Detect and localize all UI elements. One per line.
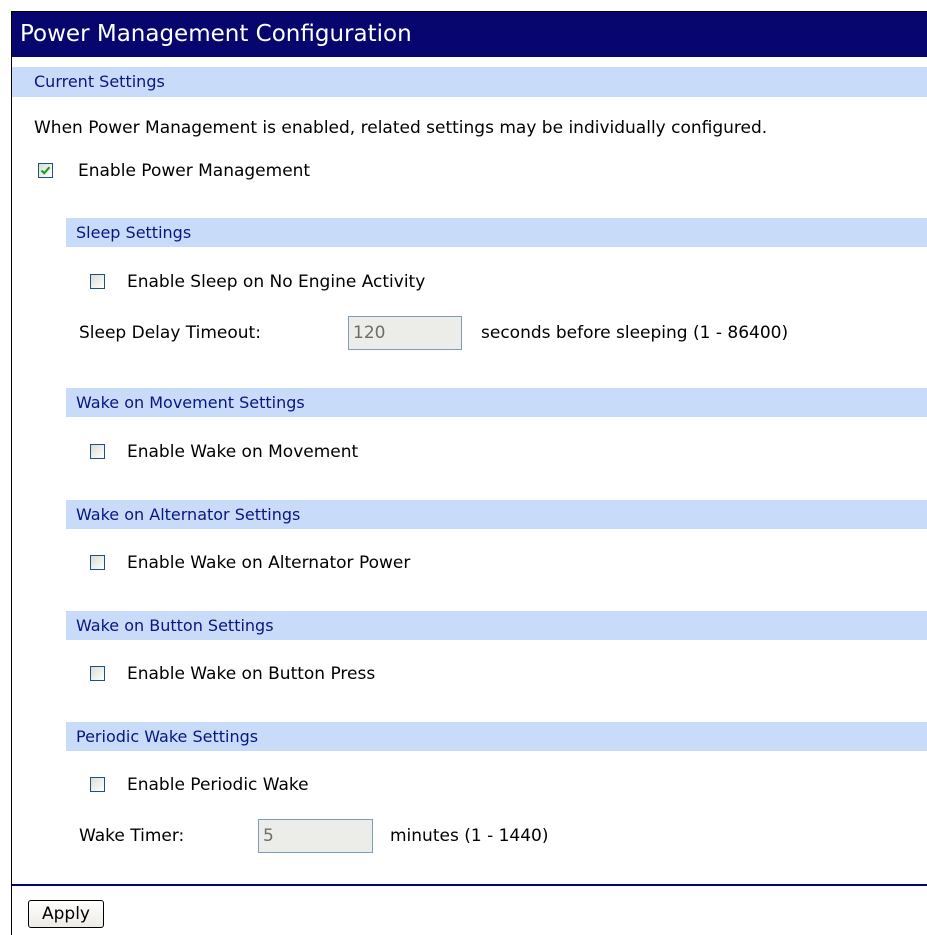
apply-button[interactable]: Apply	[28, 900, 104, 928]
enable-wake-alternator-label: Enable Wake on Alternator Power	[127, 553, 411, 573]
sleep-delay-timeout-input[interactable]	[348, 316, 462, 350]
wake-button-header: Wake on Button Settings	[66, 611, 927, 640]
page-title: Power Management Configuration	[12, 12, 927, 57]
enable-sleep-label: Enable Sleep on No Engine Activity	[127, 272, 426, 292]
sleep-delay-timeout-label: Sleep Delay Timeout:	[79, 323, 261, 343]
wake-timer-hint: minutes (1 - 1440)	[390, 826, 549, 846]
sleep-delay-timeout-hint: seconds before sleeping (1 - 86400)	[481, 323, 789, 343]
footer-divider	[12, 884, 927, 886]
wake-alternator-header: Wake on Alternator Settings	[66, 500, 927, 529]
wake-timer-input[interactable]	[258, 819, 373, 853]
enable-periodic-wake-label: Enable Periodic Wake	[127, 775, 309, 795]
enable-sleep-checkbox[interactable]	[90, 274, 105, 289]
enable-wake-movement-checkbox[interactable]	[90, 444, 105, 459]
enable-wake-alternator-checkbox[interactable]	[90, 555, 105, 570]
enable-power-management-label: Enable Power Management	[78, 161, 311, 181]
wake-timer-label: Wake Timer:	[79, 826, 185, 846]
enable-periodic-wake-checkbox[interactable]	[90, 777, 105, 792]
enable-wake-button-label: Enable Wake on Button Press	[127, 664, 376, 684]
wake-movement-header: Wake on Movement Settings	[66, 388, 927, 417]
page-frame	[11, 11, 927, 935]
check-mark-icon	[40, 166, 51, 175]
enable-wake-movement-label: Enable Wake on Movement	[127, 442, 359, 462]
current-settings-header: Current Settings	[12, 67, 927, 97]
pm-description: When Power Management is enabled, relate…	[34, 118, 768, 138]
sleep-settings-header: Sleep Settings	[66, 218, 927, 247]
enable-power-management-checkbox[interactable]	[38, 163, 53, 178]
periodic-wake-header: Periodic Wake Settings	[66, 722, 927, 751]
enable-wake-button-checkbox[interactable]	[90, 666, 105, 681]
